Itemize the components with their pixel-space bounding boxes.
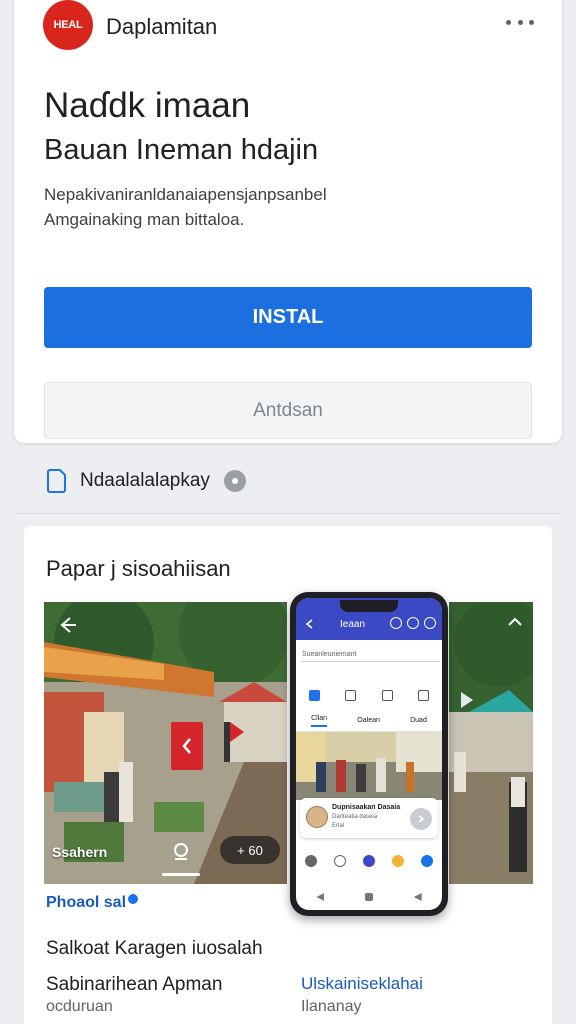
chevron-up-icon[interactable] [507, 614, 523, 630]
phone-card-title: Dupnisaakan Dasaia [332, 804, 401, 811]
listing-title: Naɗdk imaan [44, 86, 251, 125]
more-horiz-icon[interactable] [506, 12, 534, 32]
phone-icon-tabs [296, 682, 442, 708]
phone-mockup: Ieaan Sueanleuniemarit Cllan Oalean Duad [290, 592, 448, 916]
arrow-right-icon[interactable] [410, 808, 432, 830]
info-circle-icon[interactable] [223, 470, 246, 492]
gallery-card: Papar j sisoahiisan Ssahern + 60 Ieaan S… [24, 526, 552, 1024]
phone-screen: Ieaan Sueanleuniemarit Cllan Oalean Duad [296, 598, 442, 910]
document-icon [47, 469, 66, 493]
phone-notch [340, 600, 398, 612]
screenshot-right[interactable] [449, 602, 533, 884]
secondary-button[interactable]: Antdsan [44, 382, 532, 439]
chevron-left-icon[interactable] [171, 722, 203, 770]
phone-system-nav [296, 890, 442, 904]
phone-bottom-nav [296, 850, 442, 872]
gallery-title: Papar j sisoahiisan [46, 556, 231, 581]
village-photo-right [449, 602, 533, 884]
media-pill[interactable]: + 60 [220, 836, 280, 864]
row-text-3: ocduruan [46, 998, 113, 1015]
compass-icon[interactable] [362, 855, 375, 867]
description-line-1: Nepakivaniranldanaiapensjanpsanbel [44, 185, 327, 204]
screenshot-left[interactable]: Ssahern + 60 [44, 602, 287, 884]
recent-icon[interactable] [413, 893, 422, 901]
app-name: Daplamitan [106, 14, 218, 39]
photo-label-text: Phoaol sal [46, 894, 127, 911]
arrow-left-icon[interactable] [56, 614, 78, 636]
phone-bar-icons [390, 617, 436, 629]
alert-icon[interactable] [390, 617, 402, 629]
edit-tab-icon[interactable] [418, 689, 430, 701]
phone-subtab-0[interactable]: Cllan [311, 715, 328, 727]
emoji-icon[interactable] [392, 855, 405, 867]
profile-icon[interactable] [421, 855, 434, 867]
info-row[interactable]: Ndaalalalapkay [46, 468, 246, 494]
phone-subtab-2[interactable]: Duad [410, 717, 427, 724]
phone-subtab-1[interactable]: Oalean [357, 717, 380, 724]
progress-indicator [162, 873, 200, 876]
listing-description: Nepakivaniranldanaiapensjanpsanbel Amgai… [44, 182, 544, 232]
phone-card-sub2: Erlal [332, 823, 345, 829]
settings-icon[interactable] [424, 617, 436, 629]
row-text-2: Sabinarihean Apman [46, 974, 223, 995]
phone-search-field[interactable]: Sueanleuniemarit [302, 648, 440, 662]
listing-subtitle: Bauan Ineman hdajin [44, 134, 319, 166]
description-line-2: Amgainaking man bittaloa. [44, 210, 245, 229]
home-square-icon[interactable] [364, 893, 373, 901]
link-right-sub: Ilananay [301, 998, 362, 1015]
home-tab-icon[interactable] [308, 689, 320, 701]
divider [14, 513, 562, 514]
app-logo-icon: HEAL [43, 0, 93, 50]
info-label: Ndaalalalapkay [80, 470, 210, 491]
phone-info-card[interactable]: Dupnisaakan Dasaia Danteatia daseia Erla… [300, 798, 438, 838]
phone-subtabs: Cllan Oalean Duad [296, 710, 442, 732]
avatar [306, 806, 328, 828]
verified-icon [128, 894, 139, 904]
phone-card-sub: Danteatia daseia [332, 814, 378, 820]
grid-tab-icon[interactable] [381, 689, 393, 701]
lens-icon[interactable] [170, 840, 192, 862]
phone-bar-title: Ieaan [340, 619, 366, 630]
app-card: HEAL Daplamitan Naɗdk imaan Bauan Ineman… [14, 0, 562, 443]
arrow-left-icon[interactable] [304, 618, 316, 630]
row-text-1: Salkoat Karagen iuosalah [46, 938, 263, 959]
link-right[interactable]: Ulskainiseklahai [301, 974, 423, 994]
phone-photo [296, 732, 442, 800]
left-caption: Ssahern [52, 844, 108, 860]
search-icon[interactable] [333, 855, 346, 867]
back-icon[interactable] [316, 893, 325, 901]
info-icon[interactable] [407, 617, 419, 629]
doc-tab-icon[interactable] [345, 689, 357, 701]
install-button[interactable]: INSTAL [44, 287, 532, 348]
photo-label-left[interactable]: Phoaol sal [46, 894, 139, 912]
home-icon[interactable] [304, 855, 317, 867]
